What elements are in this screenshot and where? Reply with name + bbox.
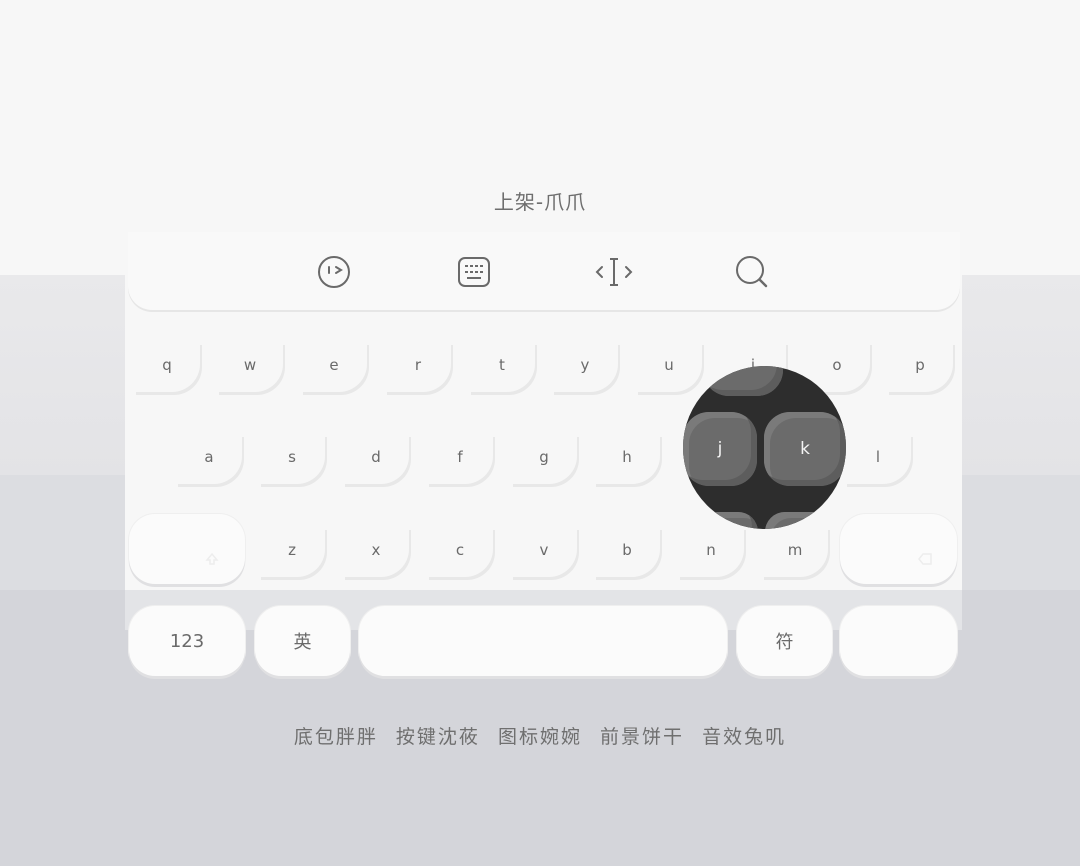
keyboard-toolbar: [128, 232, 960, 310]
emoji-face-icon[interactable]: [314, 252, 354, 292]
backspace-key[interactable]: [840, 514, 957, 584]
key-z[interactable]: z: [257, 525, 327, 575]
key-r[interactable]: r: [383, 340, 453, 390]
theme-title: 上架-爪爪: [493, 190, 587, 214]
key-c[interactable]: c: [425, 525, 495, 575]
credit-foreground: 前景饼干: [600, 726, 685, 748]
key-h[interactable]: h: [592, 432, 662, 482]
key-s[interactable]: s: [257, 432, 327, 482]
key-y[interactable]: y: [550, 340, 620, 390]
credit-keys: 按键沈莜: [395, 726, 480, 748]
key-x[interactable]: x: [341, 525, 411, 575]
language-key[interactable]: 英: [255, 606, 350, 676]
magnifier-key-bottom-left: [698, 512, 758, 529]
magnifier-key-k: k: [764, 412, 846, 486]
key-w[interactable]: w: [215, 340, 285, 390]
key-n[interactable]: n: [676, 525, 746, 575]
key-m[interactable]: m: [760, 525, 830, 575]
credit-base: 底包胖胖: [293, 726, 378, 748]
key-magnifier: j k: [683, 366, 846, 529]
backspace-icon: [918, 553, 932, 565]
credits-line: 底包胖胖 按键沈莜 图标婉婉 前景饼干 音效兔叽: [0, 722, 1080, 749]
key-a[interactable]: a: [174, 432, 244, 482]
numbers-key[interactable]: 123: [129, 606, 245, 676]
shift-icon: [205, 552, 219, 565]
key-f[interactable]: f: [425, 432, 495, 482]
magnifier-key-top: [703, 366, 783, 396]
keyboard-icon[interactable]: [454, 252, 494, 292]
key-u[interactable]: u: [634, 340, 704, 390]
search-icon[interactable]: [732, 252, 772, 292]
shift-key[interactable]: [129, 514, 245, 584]
credit-sound: 音效兔叽: [702, 726, 787, 748]
key-e[interactable]: e: [299, 340, 369, 390]
magnifier-key-j: j: [683, 412, 757, 486]
credit-icons: 图标婉婉: [497, 726, 582, 748]
key-b[interactable]: b: [592, 525, 662, 575]
key-l[interactable]: l: [843, 432, 913, 482]
space-key[interactable]: [359, 606, 727, 676]
key-g[interactable]: g: [509, 432, 579, 482]
key-q[interactable]: q: [132, 340, 202, 390]
cursor-move-icon[interactable]: [594, 252, 634, 292]
symbols-key[interactable]: 符: [737, 606, 832, 676]
magnifier-key-bottom-right: [765, 512, 845, 529]
enter-key[interactable]: [840, 606, 957, 676]
key-d[interactable]: d: [341, 432, 411, 482]
key-v[interactable]: v: [509, 525, 579, 575]
key-p[interactable]: p: [885, 340, 955, 390]
key-t[interactable]: t: [467, 340, 537, 390]
